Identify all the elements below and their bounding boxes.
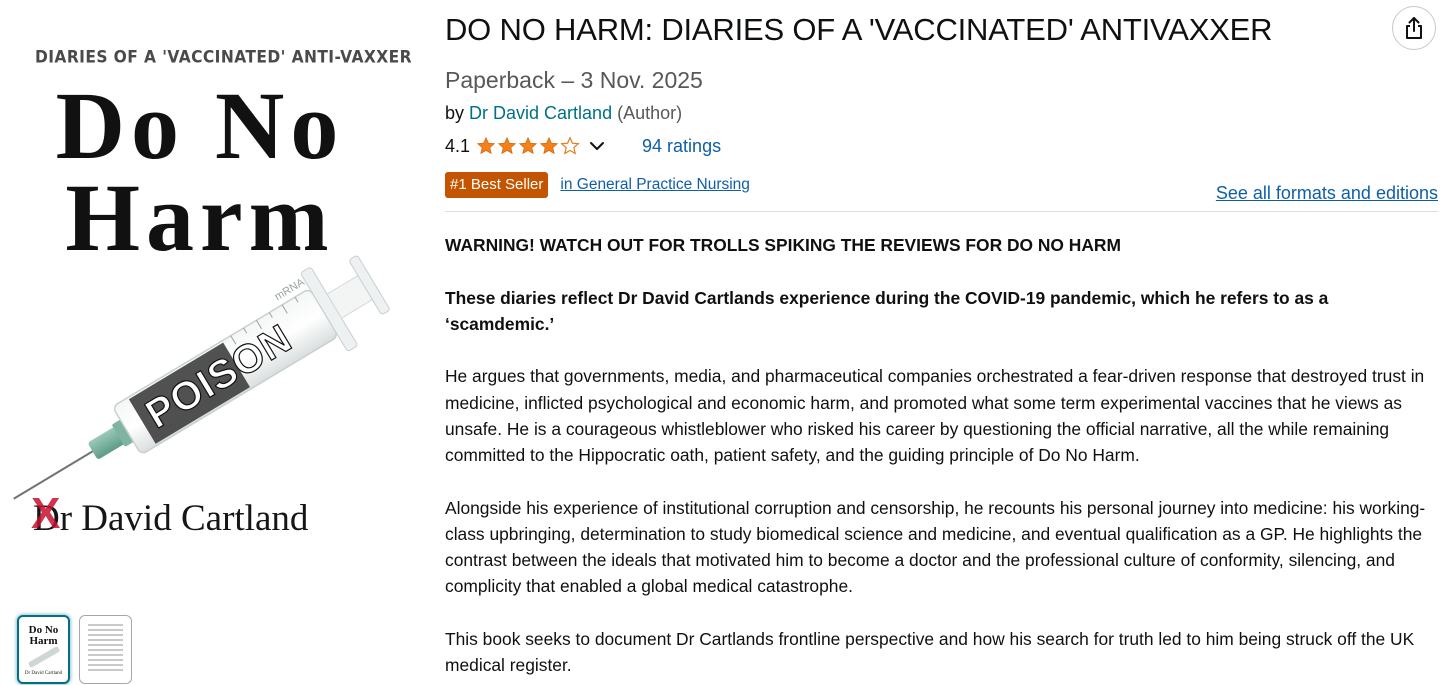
thumbnail-back-cover[interactable] [79, 615, 132, 684]
star-icon [518, 136, 538, 155]
star-rating[interactable] [476, 136, 580, 156]
best-seller-category-link[interactable]: in General Practice Nursing [560, 176, 750, 194]
thumbnail-syringe [27, 645, 61, 669]
best-seller-row: #1 Best Seller in General Practice Nursi… [445, 172, 750, 198]
by-prefix: by [445, 103, 465, 123]
thumbnail-front-cover[interactable]: Do No Harm Dr David Cartland [17, 615, 70, 684]
chevron-down-icon[interactable] [588, 137, 606, 155]
description-paragraph: He argues that governments, media, and p… [445, 366, 1425, 465]
cover-title-line1: Do No [55, 72, 345, 179]
share-icon [1406, 17, 1422, 39]
thumbnail-text-lines [88, 624, 123, 674]
byline: by Dr David Cartland (Author) [445, 103, 682, 124]
product-title: DO NO HARM: DIARIES OF A 'VACCINATED' AN… [445, 12, 1273, 47]
description-warning: WARNING! WATCH OUT FOR TROLLS SPIKING TH… [445, 235, 1121, 255]
thumbnail-title: Do No Harm [28, 624, 59, 647]
author-link[interactable]: Dr David Cartland [469, 103, 612, 123]
star-icon [476, 136, 496, 155]
rating-value: 4.1 [445, 135, 471, 156]
product-description: WARNING! WATCH OUT FOR TROLLS SPIKING TH… [445, 232, 1435, 685]
cover-subtitle: DIARIES OF A 'VACCINATED' ANTI-VAXXER [35, 47, 412, 67]
rating-row: 4.1 94 ratings [445, 134, 721, 158]
cover-title-line2: Harm [65, 164, 335, 271]
ratings-count-link[interactable]: 94 ratings [642, 136, 721, 157]
author-role: (Author) [617, 103, 683, 123]
thumbnail-author: Dr David Cartland [24, 671, 63, 676]
star-outline-icon [560, 136, 580, 155]
share-button[interactable] [1392, 6, 1436, 50]
syringe-illustration: POISON mRNA [13, 255, 390, 500]
star-icon [539, 136, 559, 155]
book-cover-image[interactable]: DIARIES OF A 'VACCINATED' ANTI-VAXXER Do… [0, 30, 412, 570]
description-intro: These diaries reflect Dr David Cartlands… [445, 287, 1329, 334]
cover-author-name: Dr David Cartland [33, 498, 309, 539]
description-paragraph: Alongside his experience of institutiona… [445, 497, 1426, 597]
description-paragraph: This book seeks to document Dr Cartlands… [445, 628, 1415, 675]
x-mark: X [31, 489, 61, 538]
see-all-formats-link[interactable]: See all formats and editions [1216, 183, 1438, 204]
star-icon [497, 136, 517, 155]
best-seller-badge[interactable]: #1 Best Seller [445, 172, 549, 198]
cover-author: X Dr David Cartland [31, 489, 309, 540]
divider [445, 211, 1438, 212]
image-thumbnails: Do No Harm Dr David Cartland [17, 615, 132, 684]
product-format: Paperback – 3 Nov. 2025 [445, 67, 703, 93]
